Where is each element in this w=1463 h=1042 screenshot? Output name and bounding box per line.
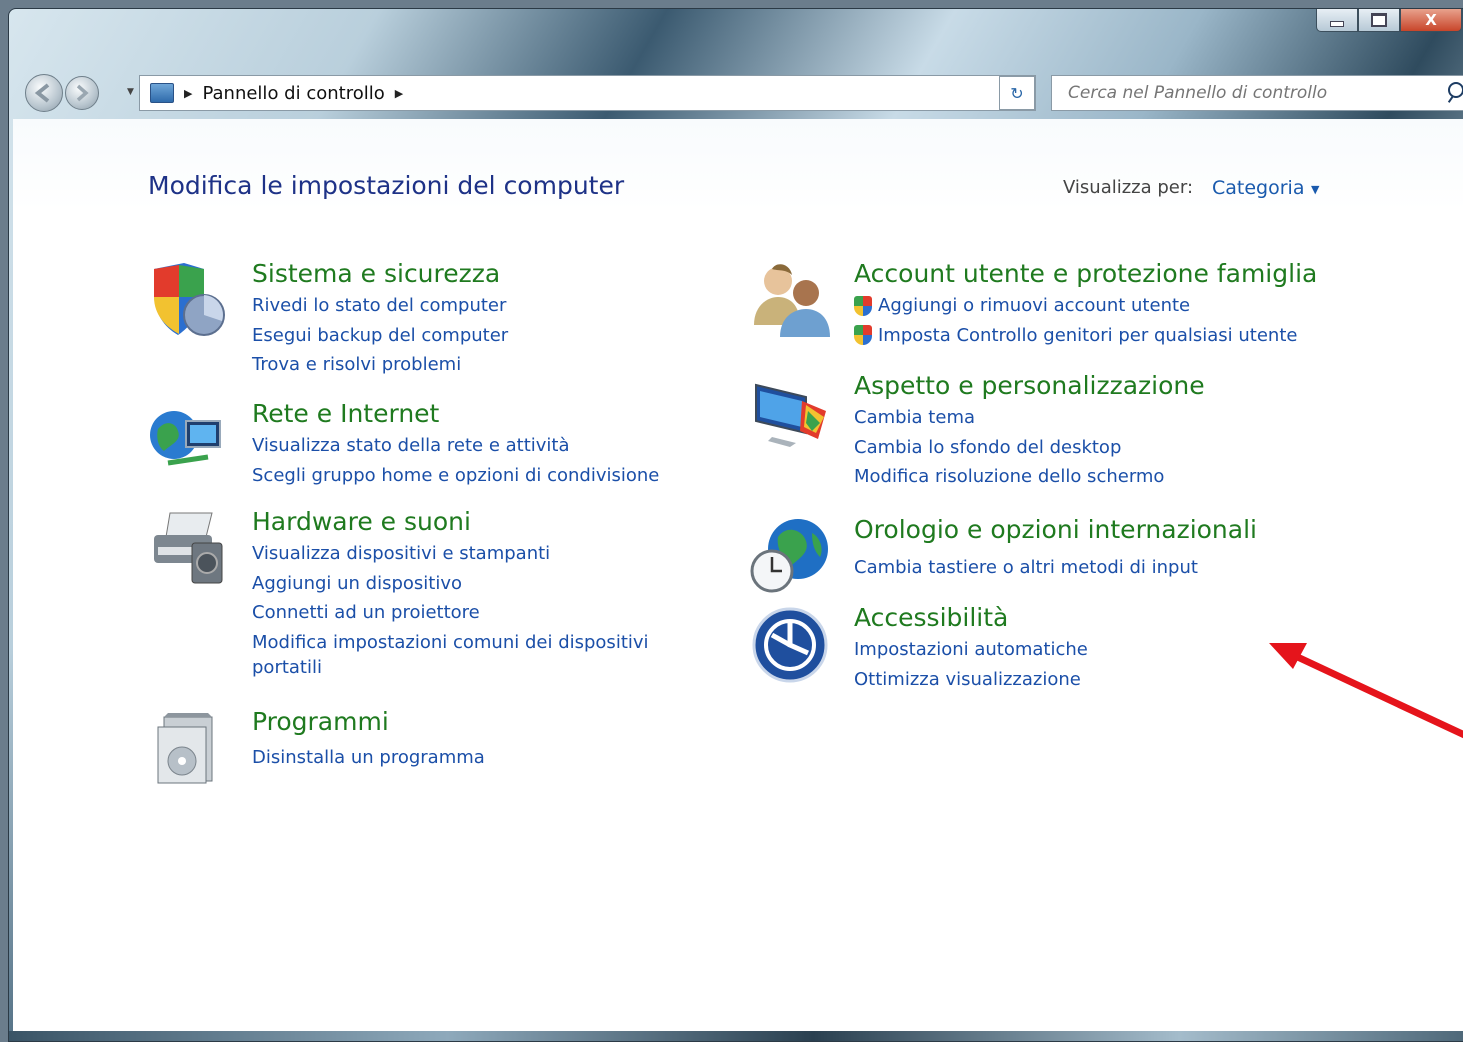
category-title[interactable]: Account utente e protezione famiglia: [854, 259, 1317, 288]
link-network-status[interactable]: Visualizza stato della rete e attività: [252, 431, 659, 461]
link-uninstall-program[interactable]: Disinstalla un programma: [252, 743, 485, 773]
link-add-device[interactable]: Aggiungi un dispositivo: [252, 569, 649, 599]
accessibility-icon[interactable]: [750, 603, 830, 683]
category-links: Visualizza dispositivi e stampanti Aggiu…: [252, 539, 649, 679]
recent-pages-dropdown-icon[interactable]: ▼: [127, 87, 134, 97]
link-add-remove-accounts[interactable]: Aggiungi o rimuovi account utente: [854, 291, 1297, 321]
chevron-down-icon[interactable]: ▼: [1311, 183, 1319, 196]
category-links: Cambia tema Cambia lo sfondo del desktop…: [854, 403, 1164, 492]
refresh-icon: ↻: [1010, 83, 1024, 103]
maximize-icon: [1371, 13, 1387, 27]
link-mobility-settings-cont[interactable]: portatili: [252, 657, 649, 679]
category-links: Visualizza stato della rete e attività S…: [252, 431, 659, 490]
printer-icon[interactable]: [148, 507, 228, 587]
maximize-button[interactable]: [1358, 9, 1400, 32]
category-title[interactable]: Programmi: [252, 707, 389, 736]
view-by-dropdown[interactable]: Categoria: [1212, 177, 1304, 199]
link-change-keyboards[interactable]: Cambia tastiere o altri metodi di input: [854, 553, 1198, 583]
view-by-label: Visualizza per:: [1063, 177, 1194, 198]
uac-shield-icon: [854, 325, 872, 346]
category-title[interactable]: Sistema e sicurezza: [252, 259, 500, 288]
category-title[interactable]: Orologio e opzioni internazionali: [854, 515, 1257, 544]
link-label: Aggiungi o rimuovi account utente: [878, 295, 1191, 316]
clock-globe-icon[interactable]: [750, 515, 830, 595]
users-icon[interactable]: [750, 259, 830, 339]
link-optimize-display[interactable]: Ottimizza visualizzazione: [854, 665, 1088, 695]
link-devices-printers[interactable]: Visualizza dispositivi e stampanti: [252, 539, 649, 569]
category-links: Aggiungi o rimuovi account utente Impost…: [854, 291, 1297, 350]
forward-button[interactable]: [65, 76, 99, 110]
uac-shield-icon: [854, 295, 872, 316]
minimize-icon: [1330, 21, 1344, 27]
back-arrow-icon: [34, 83, 50, 103]
annotation-arrow: [1269, 643, 1463, 739]
appearance-icon[interactable]: [750, 371, 830, 451]
refresh-button[interactable]: ↻: [999, 76, 1035, 110]
page-title: Modifica le impostazioni del computer: [148, 171, 625, 200]
link-connect-projector[interactable]: Connetti ad un proiettore: [252, 598, 649, 628]
category-links: Disinstalla un programma: [252, 743, 485, 773]
link-review-status[interactable]: Rivedi lo stato del computer: [252, 291, 508, 321]
link-parental-controls[interactable]: Imposta Controllo genitori per qualsiasi…: [854, 321, 1297, 351]
link-change-theme[interactable]: Cambia tema: [854, 403, 1164, 433]
category-title[interactable]: Accessibilità: [854, 603, 1008, 632]
network-icon[interactable]: [148, 399, 228, 479]
system-security-icon[interactable]: [148, 259, 228, 339]
category-links: Cambia tastiere o altri metodi di input: [854, 553, 1198, 583]
link-homegroup[interactable]: Scegli gruppo home e opzioni di condivis…: [252, 461, 659, 491]
category-title[interactable]: Rete e Internet: [252, 399, 439, 428]
back-button[interactable]: [25, 74, 63, 112]
caption-buttons: X: [1316, 9, 1462, 32]
control-panel-window: X ▼ ▶ Pannello di controllo ▶ ▼ ↻ Modifi…: [8, 8, 1463, 1042]
category-links: Impostazioni automatiche Ottimizza visua…: [854, 635, 1088, 694]
breadcrumb-chevron-icon[interactable]: ▶: [395, 87, 403, 100]
link-change-background[interactable]: Cambia lo sfondo del desktop: [854, 433, 1164, 463]
control-panel-icon: [150, 83, 174, 103]
link-automatic-settings[interactable]: Impostazioni automatiche: [854, 635, 1088, 665]
breadcrumb-control-panel[interactable]: Pannello di controllo: [202, 83, 384, 104]
navigation-bar: ▼ ▶ Pannello di controllo ▶ ▼ ↻: [9, 71, 1463, 115]
search-box[interactable]: [1051, 75, 1463, 111]
link-label: Imposta Controllo genitori per qualsiasi…: [878, 324, 1298, 346]
category-title[interactable]: Aspetto e personalizzazione: [854, 371, 1205, 400]
link-troubleshoot[interactable]: Trova e risolvi problemi: [252, 350, 508, 380]
search-input[interactable]: [1066, 82, 1430, 104]
category-links: Rivedi lo stato del computer Esegui back…: [252, 291, 508, 380]
forward-arrow-icon: [76, 84, 89, 102]
programs-icon[interactable]: [148, 707, 228, 787]
close-icon: X: [1425, 11, 1437, 29]
link-mobility-settings[interactable]: Modifica impostazioni comuni dei disposi…: [252, 628, 649, 658]
main-content: Modifica le impostazioni del computer Vi…: [13, 119, 1463, 1034]
category-title[interactable]: Hardware e suoni: [252, 507, 471, 536]
address-bar[interactable]: ▶ Pannello di controllo ▶ ▼: [139, 75, 1036, 111]
minimize-button[interactable]: [1316, 9, 1358, 32]
breadcrumb-chevron-icon[interactable]: ▶: [184, 87, 192, 100]
search-icon[interactable]: [1448, 82, 1463, 98]
link-screen-resolution[interactable]: Modifica risoluzione dello schermo: [854, 462, 1164, 492]
link-backup[interactable]: Esegui backup del computer: [252, 321, 508, 351]
close-button[interactable]: X: [1400, 9, 1462, 32]
